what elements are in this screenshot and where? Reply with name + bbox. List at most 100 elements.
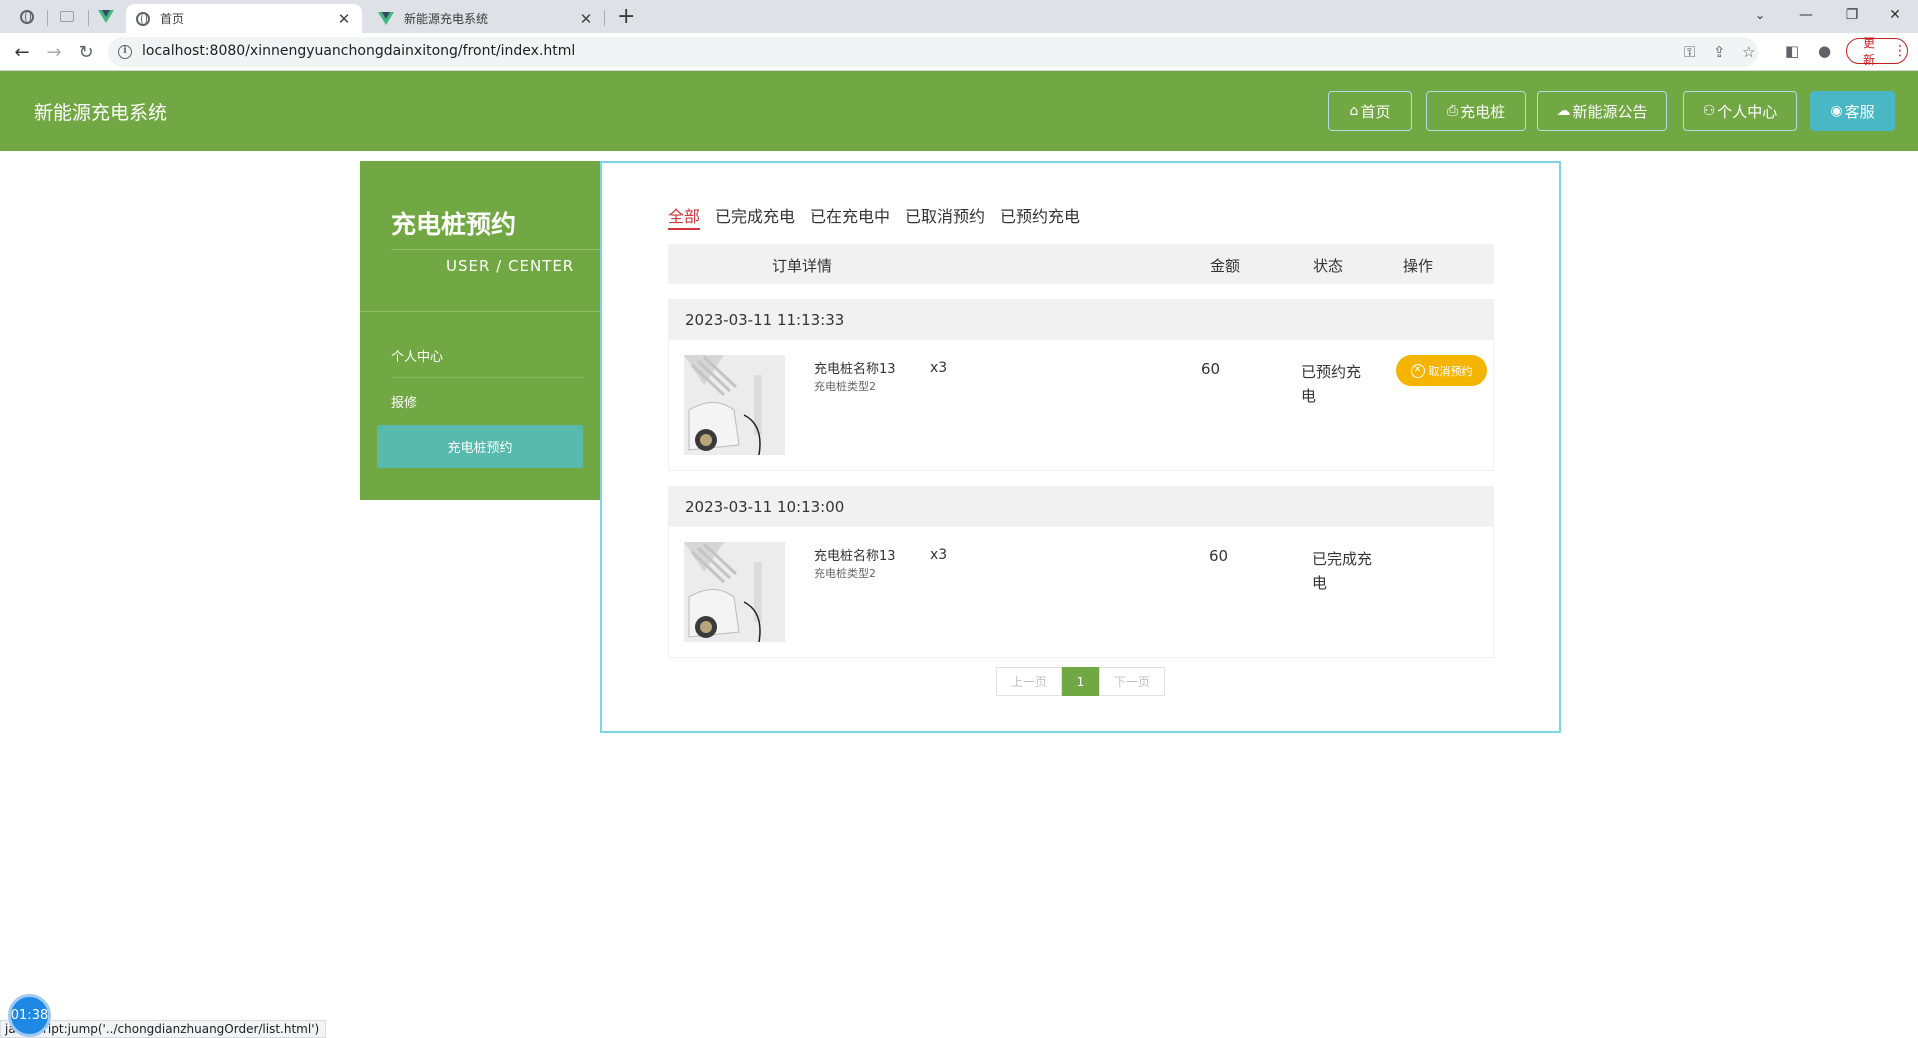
sidebar-item-personal-center[interactable]: 个人中心 [391, 346, 583, 365]
tab-close-icon[interactable]: ✕ [336, 10, 352, 28]
order-status: 已完成充 电 [1312, 547, 1387, 595]
order-body: 充电桩名称13 充电桩类型2 x3 60 已预约充 电 ✕ 取消预约 [669, 340, 1493, 470]
nav-charging-pile[interactable]: ⎙ 充电桩 [1426, 91, 1526, 131]
filter-tab-all[interactable]: 全部 [668, 203, 701, 230]
product-image[interactable] [684, 542, 785, 642]
nav-announcements[interactable]: ☁ 新能源公告 [1537, 91, 1667, 131]
nav-label: 充电桩 [1460, 102, 1506, 121]
address-bar[interactable]: i localhost:8080/xinnengyuanchongdainxit… [108, 37, 1758, 67]
nav-customer-service[interactable]: ◉ 客服 [1810, 91, 1895, 131]
sidebar-item-label: 充电桩预约 [447, 441, 513, 456]
tab-home[interactable]: 首页 ✕ [126, 4, 362, 33]
product-image[interactable] [684, 355, 785, 455]
column-header-action: 操作 [1403, 257, 1434, 275]
blank-page-icon [60, 11, 74, 22]
new-tab-button[interactable]: + [617, 4, 635, 29]
column-header-detail: 订单详情 [772, 257, 833, 275]
restore-button[interactable]: ❐ [1829, 0, 1875, 30]
url-text: localhost:8080/xinnengyuanchongdainxiton… [142, 43, 576, 59]
site-title: 新能源充电系统 [34, 102, 168, 124]
close-window-button[interactable]: ✕ [1872, 0, 1918, 30]
order-status: 已预约充 电 [1301, 360, 1376, 408]
cancel-icon: ✕ [1410, 363, 1425, 378]
status-line: 电 [1312, 574, 1328, 592]
browser-tab-strip: 首页 ✕ 新能源充电系统 ✕ + ⌄ — ❐ ✕ [0, 0, 1918, 33]
globe-icon [136, 11, 150, 26]
service-icon: ◉ [1830, 103, 1843, 119]
bookmark-star-icon[interactable]: ☆ [1742, 43, 1755, 61]
product-type: 充电桩类型2 [814, 380, 876, 393]
more-menu-icon[interactable]: ⋮ [1893, 43, 1907, 59]
site-header: 新能源充电系统 ⌂ 首页 ⎙ 充电桩 ☁ 新能源公告 ⚇ 个人中心 ◉ 客服 [0, 71, 1918, 151]
forward-button[interactable]: → [40, 38, 68, 66]
filter-tab-reserved[interactable]: 已预约充电 [1000, 203, 1080, 227]
nav-label: 客服 [1844, 102, 1875, 121]
sidebar-item-charging-reservation[interactable]: 充电桩预约 [377, 425, 583, 468]
nav-label: 个人中心 [1717, 102, 1778, 121]
column-header-amount: 金额 [1210, 257, 1241, 275]
filter-tab-completed[interactable]: 已完成充电 [715, 203, 795, 227]
sidebar-subtitle: USER / CENTER [446, 257, 575, 275]
quantity: x3 [930, 360, 948, 376]
tab-title: 首页 [160, 12, 185, 26]
divider [360, 311, 600, 312]
site-info-icon[interactable]: i [118, 45, 132, 59]
nav-label: 新能源公告 [1572, 102, 1648, 121]
column-header-status: 状态 [1313, 257, 1344, 275]
minimize-button[interactable]: — [1783, 0, 1829, 30]
status-line: 已完成充 [1312, 550, 1373, 568]
filter-tab-cancelled[interactable]: 已取消预约 [905, 203, 985, 227]
amount: 60 [1201, 360, 1221, 378]
nav-label: 首页 [1360, 102, 1391, 121]
update-button[interactable]: 更新 ⋮ [1846, 36, 1908, 67]
pinned-tab-vue[interactable] [89, 0, 123, 33]
recording-timer[interactable]: 01:38 [8, 994, 51, 1037]
nav-home[interactable]: ⌂ 首页 [1328, 91, 1412, 131]
sidebar: 充电桩预约 USER / CENTER 个人中心 报修 充电桩预约 [360, 161, 600, 500]
update-label: 更新 [1863, 36, 1876, 67]
pinned-tab-globe[interactable] [10, 0, 44, 33]
pinned-tab-blank[interactable] [50, 0, 84, 33]
status-line: 已预约充 [1301, 363, 1362, 381]
order-date: 2023-03-11 11:13:33 [669, 300, 1493, 340]
divider [391, 377, 583, 378]
cancel-label: 取消预约 [1428, 364, 1473, 378]
table-header: 订单详情 金额 状态 操作 [668, 244, 1494, 284]
reload-button[interactable]: ↻ [72, 38, 100, 66]
order-date: 2023-03-11 10:13:00 [669, 487, 1493, 527]
tab-close-icon[interactable]: ✕ [578, 10, 594, 28]
sidebar-title: 充电桩预约 [391, 210, 517, 239]
sidebar-item-label: 报修 [391, 396, 418, 411]
profile-avatar-icon[interactable]: ● [1818, 42, 1831, 60]
status-line: 电 [1301, 387, 1317, 405]
product-name: 充电桩名称13 [814, 549, 896, 564]
back-button[interactable]: ← [8, 38, 36, 66]
tab-title: 新能源充电系统 [404, 12, 489, 26]
share-icon[interactable]: ⇪ [1713, 43, 1726, 61]
filter-tab-charging[interactable]: 已在充电中 [810, 203, 890, 227]
order-body: 充电桩名称13 充电桩类型2 x3 60 已完成充 电 [669, 527, 1493, 657]
tab-search-icon[interactable]: ⌄ [1737, 0, 1783, 30]
orders-panel: 全部 已完成充电 已在充电中 已取消预约 已预约充电 订单详情 金额 状态 操作… [600, 161, 1561, 733]
globe-icon [20, 9, 34, 24]
side-panel-icon[interactable]: ◧ [1785, 42, 1799, 60]
sidebar-item-repair[interactable]: 报修 [391, 392, 583, 411]
pagination: 上一页 1 下一页 [996, 667, 1165, 696]
cancel-reservation-button[interactable]: ✕ 取消预约 [1396, 355, 1487, 386]
order-item: 2023-03-11 10:13:00 充电桩名称13 充电桩类型2 x3 60 [668, 486, 1494, 658]
home-icon: ⌂ [1349, 103, 1359, 119]
quantity: x3 [930, 547, 948, 563]
key-icon[interactable]: ⚿ [1684, 43, 1695, 61]
next-page-button[interactable]: 下一页 [1099, 667, 1165, 696]
printer-icon: ⎙ [1446, 103, 1459, 119]
amount: 60 [1209, 547, 1229, 565]
sidebar-item-label: 个人中心 [391, 350, 444, 365]
page-number-button[interactable]: 1 [1062, 667, 1099, 696]
user-icon: ⚇ [1702, 103, 1716, 119]
tab-system[interactable]: 新能源充电系统 ✕ [368, 4, 604, 33]
order-item: 2023-03-11 11:13:33 充电桩名称13 充电桩类型2 x3 60 [668, 299, 1494, 471]
nav-personal-center[interactable]: ⚇ 个人中心 [1683, 91, 1797, 131]
divider [391, 249, 600, 250]
product-type: 充电桩类型2 [814, 567, 876, 580]
prev-page-button[interactable]: 上一页 [996, 667, 1062, 696]
